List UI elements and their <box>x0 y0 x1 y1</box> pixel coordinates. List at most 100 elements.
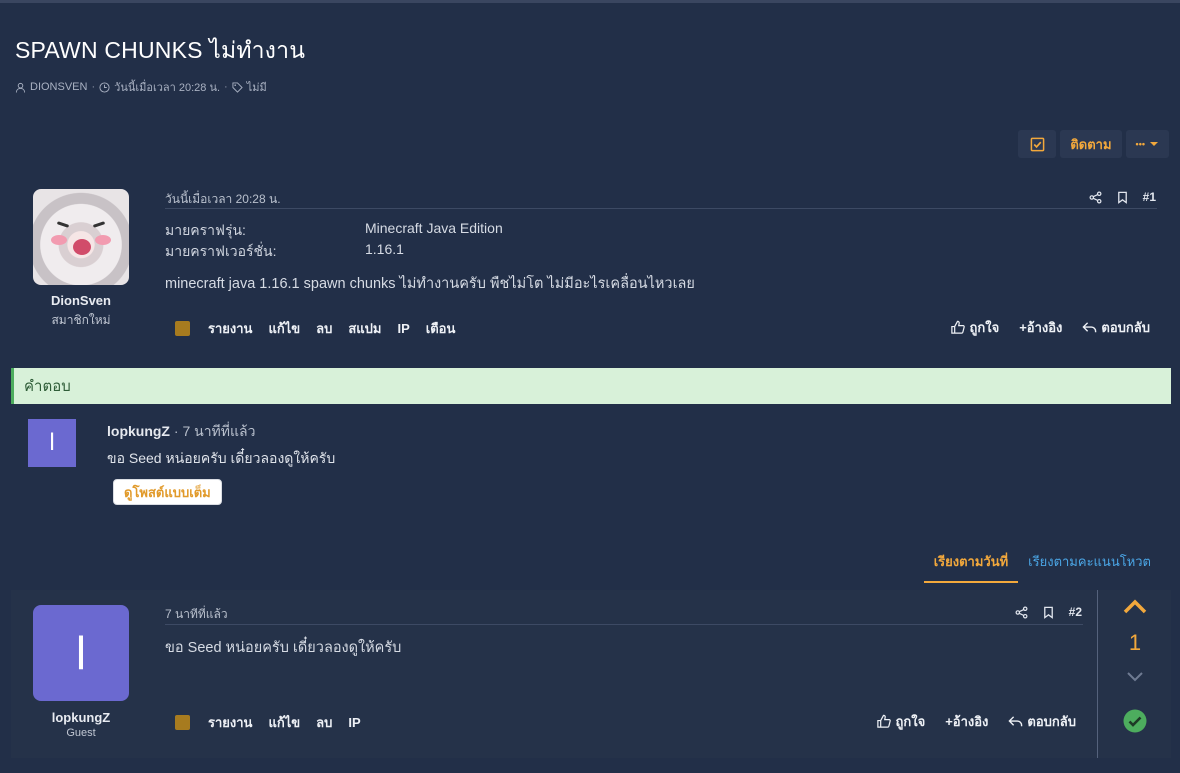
warn-link[interactable]: เตือน <box>426 318 456 339</box>
answer-author[interactable]: lopkungZ <box>107 423 170 439</box>
ip-link[interactable]: IP <box>348 715 360 730</box>
answer-block: l lopkungZ · 7 นาทีที่แล้ว ขอ Seed หน่อย… <box>11 404 1171 522</box>
clock-icon <box>99 81 110 93</box>
bookmark-icon[interactable] <box>1042 606 1055 619</box>
check-circle-icon <box>1123 709 1147 733</box>
reply-label: ตอบกลับ <box>1101 320 1150 335</box>
chevron-down-icon <box>1150 142 1158 146</box>
post-actions: รายงาน แก้ไข ลบ สแปม IP เตือน <box>175 318 455 339</box>
tag-icon <box>232 81 243 93</box>
post-author-name[interactable]: lopkungZ <box>11 710 151 725</box>
tab-sort-by-votes[interactable]: เรียงตามคะแนนโหวต <box>1018 548 1161 583</box>
like-label: ถูกใจ <box>969 320 1000 335</box>
reply-button[interactable]: ตอบกลับ <box>1082 317 1150 338</box>
post-1: DionSven สมาชิกใหม่ วันนี้เมื่อเวลา 20:2… <box>11 178 1171 353</box>
edit-link[interactable]: แก้ไข <box>268 712 300 733</box>
field-label: มายคราฟรุ่น: <box>165 222 246 238</box>
chevron-down-icon <box>1127 672 1143 682</box>
select-thread-button[interactable] <box>1018 130 1057 158</box>
answer-text: ขอ Seed หน่อยครับ เดี๋ยวลองดูให้ครับ <box>107 450 336 466</box>
post-author-title: สมาชิกใหม่ <box>51 313 111 327</box>
like-label: ถูกใจ <box>895 714 926 729</box>
vote-count: 1 <box>1128 630 1142 655</box>
answer-header: lopkungZ · 7 นาทีที่แล้ว <box>107 421 255 443</box>
post-reactions: ถูกใจ +อ้างอิง ตอบกลับ <box>876 711 1076 732</box>
custom-field: มายคราฟรุ่น: Minecraft Java Edition <box>165 220 503 242</box>
thread-meta: DIONSVEN · วันนี้เมื่อเวลา 20:28 น. · ไม… <box>15 78 267 96</box>
thread-date[interactable]: วันนี้เมื่อเวลา 20:28 น. <box>114 78 220 96</box>
post-body: ขอ Seed หน่อยครับ เดี๋ยวลองดูให้ครับ <box>165 640 402 656</box>
quote-button[interactable]: +อ้างอิง <box>945 711 988 732</box>
quote-button[interactable]: +อ้างอิง <box>1019 317 1062 338</box>
more-options-button[interactable]: ••• <box>1125 130 1169 158</box>
post-tools: #1 <box>1089 190 1156 204</box>
reply-button[interactable]: ตอบกลับ <box>1008 711 1076 732</box>
post-number[interactable]: #1 <box>1143 190 1156 204</box>
avatar-detail <box>56 221 70 228</box>
like-button[interactable]: ถูกใจ <box>876 711 925 732</box>
delete-link[interactable]: ลบ <box>316 318 332 339</box>
field-label: มายคราฟเวอร์ชั่น: <box>165 243 277 259</box>
report-link[interactable]: รายงาน <box>208 712 252 733</box>
downvote-button[interactable] <box>1126 670 1144 682</box>
sort-tabs: เรียงตามวันที่ เรียงตามคะแนนโหวต <box>923 548 1161 583</box>
upvote-button[interactable] <box>1122 598 1148 616</box>
share-icon[interactable] <box>1015 606 1028 619</box>
report-link[interactable]: รายงาน <box>208 318 252 339</box>
post-actions: รายงาน แก้ไข ลบ IP <box>175 712 361 733</box>
avatar-detail <box>73 239 91 255</box>
divider <box>165 624 1083 625</box>
custom-field: มายคราฟเวอร์ชั่น: 1.16.1 <box>165 241 404 263</box>
avatar[interactable]: l <box>28 419 76 467</box>
user-icon <box>15 82 26 93</box>
meta-separator: · <box>224 81 228 93</box>
page-title: SPAWN CHUNKS ไม่ทำงาน <box>15 37 306 63</box>
vote-column: 1 <box>1097 590 1171 758</box>
field-value: 1.16.1 <box>365 241 404 257</box>
avatar-detail <box>51 235 67 245</box>
delete-link[interactable]: ลบ <box>316 712 332 733</box>
avatar-detail <box>95 235 111 245</box>
tab-sort-by-date[interactable]: เรียงตามวันที่ <box>923 548 1019 583</box>
post-author-name[interactable]: DionSven <box>11 293 151 308</box>
post-author-title: Guest <box>66 727 96 739</box>
post-body: minecraft java 1.16.1 spawn chunks ไม่ทำ… <box>165 276 695 292</box>
edit-link[interactable]: แก้ไข <box>268 318 300 339</box>
thumbs-up-icon <box>951 320 966 334</box>
bookmark-icon[interactable] <box>1116 191 1129 204</box>
checkbox-icon <box>1030 137 1045 151</box>
like-button[interactable]: ถูกใจ <box>950 317 999 338</box>
thread-author[interactable]: DIONSVEN <box>30 81 87 93</box>
chevron-up-icon <box>1123 599 1147 614</box>
select-post-checkbox[interactable] <box>175 321 190 336</box>
ip-link[interactable]: IP <box>397 321 409 336</box>
field-value: Minecraft Java Edition <box>365 220 503 236</box>
meta-separator: · <box>91 81 96 93</box>
post-number[interactable]: #2 <box>1069 605 1082 619</box>
post-date[interactable]: วันนี้เมื่อเวลา 20:28 น. <box>165 190 281 209</box>
solution-mark-button[interactable] <box>1123 709 1147 733</box>
reply-icon <box>1008 716 1023 727</box>
reply-label: ตอบกลับ <box>1027 714 1076 729</box>
thumbs-up-icon <box>877 714 892 728</box>
post-reactions: ถูกใจ +อ้างอิง ตอบกลับ <box>950 317 1150 338</box>
select-post-checkbox[interactable] <box>175 715 190 730</box>
more-options-label: ••• <box>1135 139 1145 149</box>
post-2: l lopkungZ Guest 7 นาทีที่แล้ว #2 ขอ See… <box>11 590 1171 758</box>
answer-time: · 7 นาทีที่แล้ว <box>173 423 256 439</box>
view-full-post-button[interactable]: ดูโพสต์แบบเต็ม <box>113 479 222 505</box>
thread-actions: ติดตาม ••• <box>1018 130 1169 158</box>
thread-tags: ไม่มี <box>246 82 267 94</box>
avatar[interactable]: l <box>33 605 129 701</box>
avatar[interactable] <box>33 189 129 285</box>
follow-button[interactable]: ติดตาม <box>1060 130 1122 158</box>
answer-banner: คำตอบ <box>11 368 1171 404</box>
post-tools: #2 <box>1015 605 1082 619</box>
spam-link[interactable]: สแปม <box>348 318 381 339</box>
divider <box>165 208 1157 209</box>
share-icon[interactable] <box>1089 191 1102 204</box>
reply-icon <box>1082 322 1097 333</box>
top-bar <box>0 0 1180 3</box>
avatar-detail <box>92 221 106 228</box>
post-date[interactable]: 7 นาทีที่แล้ว <box>165 605 228 624</box>
